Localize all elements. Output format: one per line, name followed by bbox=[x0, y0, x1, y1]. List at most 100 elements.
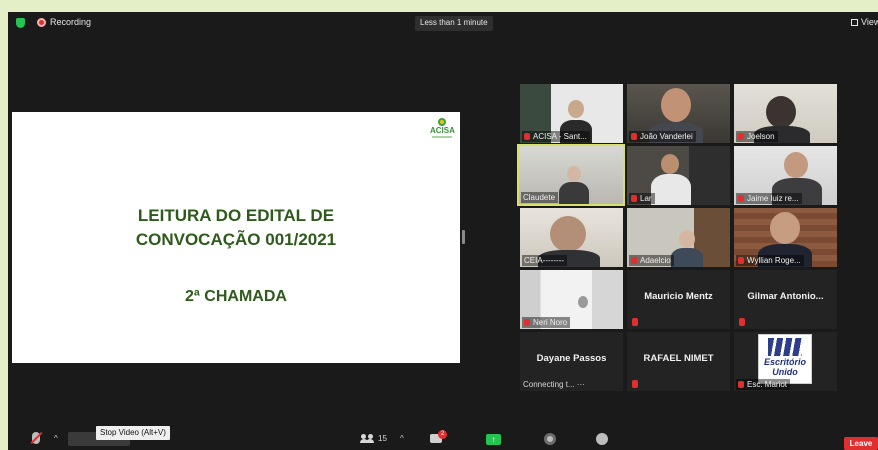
video-tile-acisa[interactable]: ACISA - Sant... bbox=[520, 84, 623, 143]
slide-subtitle: 2ª CHAMADA bbox=[185, 288, 287, 305]
participant-head bbox=[567, 166, 581, 182]
logo-text-line2: Unido bbox=[772, 367, 798, 377]
participant-body bbox=[651, 174, 691, 205]
video-tile-joao[interactable]: João Vanderlei bbox=[627, 84, 730, 143]
mic-muted-icon bbox=[739, 318, 745, 326]
video-tile-wyllian[interactable]: Wyllian Roge... bbox=[734, 208, 837, 267]
participant-name: Neri Noro bbox=[533, 318, 568, 327]
tile-name-label: Lar bbox=[629, 193, 655, 204]
share-screen-icon[interactable]: ↑ bbox=[486, 434, 501, 445]
mic-muted-icon bbox=[632, 380, 638, 388]
tile-name-label: Neri Noro bbox=[522, 317, 571, 328]
participant-name: Joelson bbox=[747, 132, 775, 141]
video-tile-gilmar[interactable]: Gilmar Antonio... bbox=[734, 270, 837, 329]
acisa-logo-text: ACISA bbox=[430, 126, 455, 135]
participant-name: Wyllian Roge... bbox=[747, 256, 801, 265]
shield-icon[interactable] bbox=[16, 18, 25, 28]
chat-unread-badge: 2 bbox=[438, 430, 447, 439]
mic-muted-icon bbox=[738, 133, 744, 140]
participant-name: Jaime luiz re... bbox=[747, 194, 799, 203]
participant-head bbox=[661, 154, 679, 174]
participant-body bbox=[671, 248, 703, 267]
video-tile-ceia[interactable]: CEIA-------- bbox=[520, 208, 623, 267]
meeting-toolbar: ^ Stop Video (Alt+V) 15 ^ 2 ↑ Leave bbox=[8, 426, 878, 450]
view-label: View bbox=[861, 17, 878, 27]
video-tile-dayane[interactable]: Dayane Passos Connecting t... ··· bbox=[520, 332, 623, 391]
escritorio-unido-logo: Escritório Unido bbox=[758, 334, 812, 384]
mic-muted-icon bbox=[738, 195, 744, 202]
tile-name-label: Claudete bbox=[521, 192, 559, 203]
mic-muted-icon bbox=[631, 195, 637, 202]
microphone-muted-icon[interactable] bbox=[32, 432, 40, 444]
recording-icon bbox=[37, 18, 46, 27]
mic-muted-icon bbox=[524, 319, 530, 326]
participant-name: Adaelcio bbox=[640, 256, 671, 265]
participant-name: Claudete bbox=[523, 193, 556, 202]
acisa-logo: ACISA bbox=[430, 118, 455, 138]
tile-name-label: ACISA - Sant... bbox=[522, 131, 590, 142]
tile-name-label: Jaime luiz re... bbox=[736, 193, 802, 204]
tile-name-label: Joelson bbox=[736, 131, 778, 142]
tile-name-label: João Vanderlei bbox=[629, 131, 696, 142]
participant-name: RAFAEL NIMET bbox=[643, 353, 714, 364]
slide-title-line1: LEITURA DO EDITAL DE bbox=[137, 206, 335, 225]
slide-title: LEITURA DO EDITAL DE CONVOCAÇÃO 001/2021 bbox=[12, 204, 460, 252]
video-tile-rafael[interactable]: RAFAEL NIMET bbox=[627, 332, 730, 391]
participant-name: Lar bbox=[640, 194, 652, 203]
video-tile-claudete[interactable]: Claudete bbox=[517, 144, 625, 206]
participant-name: Dayane Passos bbox=[536, 353, 607, 364]
tile-name-label: Esc. Mariot bbox=[736, 379, 791, 390]
video-tile-joelson[interactable]: Joelson bbox=[734, 84, 837, 143]
split-view-handle[interactable] bbox=[462, 230, 465, 244]
audio-options-caret-icon[interactable]: ^ bbox=[54, 434, 58, 443]
mic-muted-icon bbox=[524, 133, 530, 140]
video-tile-lar[interactable]: Lar bbox=[627, 146, 730, 205]
participants-icon[interactable] bbox=[360, 434, 374, 443]
participants-count: 15 bbox=[378, 434, 387, 443]
participants-options-caret-icon[interactable]: ^ bbox=[400, 434, 404, 443]
participant-body bbox=[559, 182, 589, 204]
participant-name: Gilmar Antonio... bbox=[747, 291, 824, 302]
participant-head bbox=[770, 212, 800, 244]
video-tile-jaime[interactable]: Jaime luiz re... bbox=[734, 146, 837, 205]
logo-text-line1: Escritório bbox=[763, 357, 806, 367]
stop-video-tooltip: Stop Video (Alt+V) bbox=[96, 426, 170, 440]
connecting-status: Connecting t... ··· bbox=[523, 380, 585, 389]
mic-muted-icon bbox=[632, 318, 638, 326]
view-button[interactable]: View bbox=[851, 17, 878, 27]
participant-head bbox=[766, 96, 796, 128]
meeting-timer: Less than 1 minute bbox=[415, 16, 493, 31]
zoom-window: Recording Less than 1 minute View ACISA … bbox=[8, 12, 878, 450]
participant-head bbox=[784, 152, 808, 178]
participant-name: ACISA - Sant... bbox=[533, 132, 587, 141]
top-bar: Recording Less than 1 minute View bbox=[8, 12, 878, 34]
participant-head bbox=[550, 216, 586, 252]
record-icon[interactable] bbox=[544, 433, 556, 445]
participant-head bbox=[679, 230, 695, 248]
participant-head bbox=[568, 100, 584, 118]
video-tile-mauricio[interactable]: Mauricio Mentz bbox=[627, 270, 730, 329]
recording-label: Recording bbox=[50, 17, 92, 27]
mic-muted-icon bbox=[738, 381, 744, 388]
video-tile-adaelcio[interactable]: Adaelcio bbox=[627, 208, 730, 267]
shared-screen-slide: ACISA LEITURA DO EDITAL DE CONVOCAÇÃO 00… bbox=[12, 112, 460, 363]
slide-title-line2: CONVOCAÇÃO 001/2021 bbox=[135, 230, 337, 249]
video-tile-escritorio[interactable]: Escritório Unido Esc. Mariot bbox=[734, 332, 837, 391]
tile-name-label: Adaelcio bbox=[629, 255, 674, 266]
wall-outlet bbox=[578, 296, 588, 308]
logo-stripes bbox=[768, 338, 802, 356]
participant-name: Mauricio Mentz bbox=[644, 291, 713, 302]
grid-icon bbox=[851, 19, 858, 26]
participant-name: João Vanderlei bbox=[640, 132, 693, 141]
acisa-logo-underline bbox=[432, 136, 452, 138]
participant-name: Esc. Mariot bbox=[747, 380, 788, 389]
reactions-icon[interactable] bbox=[596, 433, 608, 445]
mic-muted-icon bbox=[631, 133, 637, 140]
mic-muted-icon bbox=[631, 257, 637, 264]
participants-icon-body bbox=[366, 439, 374, 443]
leave-button[interactable]: Leave bbox=[844, 437, 878, 450]
tile-name-label: CEIA-------- bbox=[522, 255, 567, 266]
participant-name: CEIA-------- bbox=[524, 256, 564, 265]
mic-muted-icon bbox=[738, 257, 744, 264]
video-tile-neri[interactable]: Neri Noro bbox=[520, 270, 623, 329]
